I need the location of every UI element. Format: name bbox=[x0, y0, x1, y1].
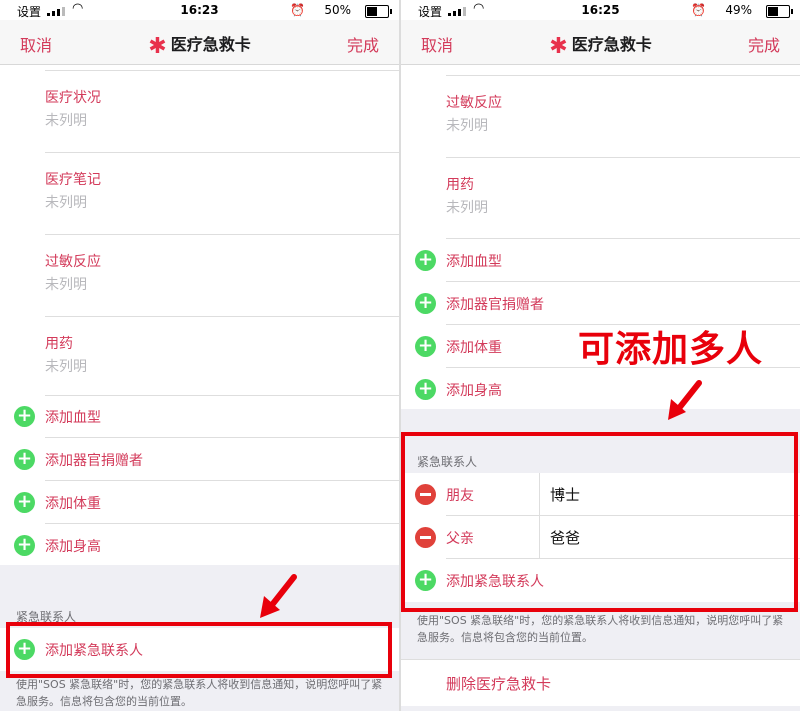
field-label: 用药 bbox=[446, 177, 474, 193]
field-value: 未列明 bbox=[45, 113, 87, 129]
battery-icon bbox=[766, 5, 793, 18]
field-label: 医疗笔记 bbox=[45, 172, 101, 188]
add-blood-type-row[interactable]: + 添加血型 bbox=[401, 239, 800, 282]
alarm-icon: ⏰ bbox=[691, 3, 706, 17]
nav-bar: 取消 ✱ 医疗急救卡 完成 bbox=[0, 20, 399, 65]
field-value: 未列明 bbox=[45, 359, 87, 375]
add-height-row[interactable]: + 添加身高 bbox=[401, 368, 800, 411]
alarm-icon: ⏰ bbox=[290, 3, 305, 17]
add-row-label: 添加器官捐赠者 bbox=[446, 297, 544, 313]
add-row-label: 添加血型 bbox=[45, 410, 101, 426]
add-organ-donor-row[interactable]: + 添加器官捐赠者 bbox=[0, 438, 399, 481]
page-title: ✱ 医疗急救卡 bbox=[401, 31, 800, 59]
highlight-box bbox=[6, 622, 392, 678]
status-bar: 设置 ◠ 16:23 ⏰ 50% bbox=[0, 0, 399, 20]
field-allergies[interactable]: 过敏反应 未列明 bbox=[45, 235, 399, 317]
field-value: 未列明 bbox=[45, 195, 87, 211]
field-value: 未列明 bbox=[446, 200, 488, 216]
field-medications[interactable]: 用药 未列明 bbox=[446, 158, 800, 239]
add-icon: + bbox=[14, 535, 35, 556]
delete-label: 删除医疗急救卡 bbox=[446, 675, 552, 693]
add-row-label: 添加器官捐赠者 bbox=[45, 453, 143, 469]
add-weight-row[interactable]: + 添加体重 bbox=[0, 481, 399, 524]
arrow-icon bbox=[668, 380, 702, 420]
page-title-text: 医疗急救卡 bbox=[571, 35, 652, 54]
form-content: 医疗状况 未列明 医疗笔记 未列明 过敏反应 未列明 用药 未列明 + 添加血型… bbox=[0, 65, 399, 711]
delete-medical-id-button[interactable]: 删除医疗急救卡 bbox=[401, 659, 800, 706]
field-value: 未列明 bbox=[45, 277, 87, 293]
highlight-box bbox=[401, 432, 798, 612]
medical-star-icon: ✱ bbox=[148, 34, 167, 59]
done-button[interactable]: 完成 bbox=[347, 32, 379, 56]
status-bar: 设置 ◠ 16:25 ⏰ 49% bbox=[401, 0, 800, 20]
add-icon: + bbox=[415, 293, 436, 314]
left-screen: 设置 ◠ 16:23 ⏰ 50% 取消 ✱ 医疗急救卡 完成 医疗状况 未列明 医… bbox=[0, 0, 399, 711]
add-row-label: 添加血型 bbox=[446, 254, 502, 270]
nav-bar: 取消 ✱ 医疗急救卡 完成 bbox=[401, 20, 800, 65]
add-icon: + bbox=[14, 449, 35, 470]
add-organ-donor-row[interactable]: + 添加器官捐赠者 bbox=[401, 282, 800, 325]
add-icon: + bbox=[415, 379, 436, 400]
sos-footnote: 使用"SOS 紧急联络"时，您的紧急联系人将收到信息通知，说明您呼叫了紧急服务。… bbox=[16, 678, 383, 708]
status-battery: 50% bbox=[324, 3, 351, 17]
page-title: ✱ 医疗急救卡 bbox=[0, 31, 399, 59]
medical-star-icon: ✱ bbox=[549, 34, 568, 59]
form-content: 过敏反应 未列明 用药 未列明 + 添加血型 + 添加器官捐赠者 + 添加体重 … bbox=[401, 65, 800, 711]
add-row-label: 添加体重 bbox=[446, 340, 502, 356]
field-label: 过敏反应 bbox=[446, 95, 502, 111]
field-medical-conditions[interactable]: 医疗状况 未列明 bbox=[45, 71, 399, 153]
field-label: 医疗状况 bbox=[45, 90, 101, 106]
page-title-text: 医疗急救卡 bbox=[170, 35, 251, 54]
field-allergies[interactable]: 过敏反应 未列明 bbox=[446, 76, 800, 158]
add-row-label: 添加身高 bbox=[446, 383, 502, 399]
add-row-label: 添加身高 bbox=[45, 539, 101, 555]
sos-footnote: 使用"SOS 紧急联络"时，您的紧急联系人将收到信息通知，说明您呼叫了紧急服务。… bbox=[417, 614, 784, 644]
field-label: 用药 bbox=[45, 336, 73, 352]
arrow-icon bbox=[260, 574, 297, 618]
field-label: 过敏反应 bbox=[45, 254, 101, 270]
field-medications[interactable]: 用药 未列明 bbox=[45, 317, 399, 396]
field-medical-notes[interactable]: 医疗笔记 未列明 bbox=[45, 153, 399, 235]
field-value: 未列明 bbox=[446, 118, 488, 134]
add-blood-type-row[interactable]: + 添加血型 bbox=[0, 395, 399, 438]
annotation-text: 可添加多人 bbox=[578, 329, 764, 370]
add-height-row[interactable]: + 添加身高 bbox=[0, 524, 399, 567]
add-icon: + bbox=[415, 250, 436, 271]
battery-icon bbox=[365, 5, 392, 18]
status-battery: 49% bbox=[725, 3, 752, 17]
done-button[interactable]: 完成 bbox=[748, 32, 780, 56]
add-icon: + bbox=[14, 492, 35, 513]
add-icon: + bbox=[415, 336, 436, 357]
add-icon: + bbox=[14, 406, 35, 427]
add-row-label: 添加体重 bbox=[45, 496, 101, 512]
